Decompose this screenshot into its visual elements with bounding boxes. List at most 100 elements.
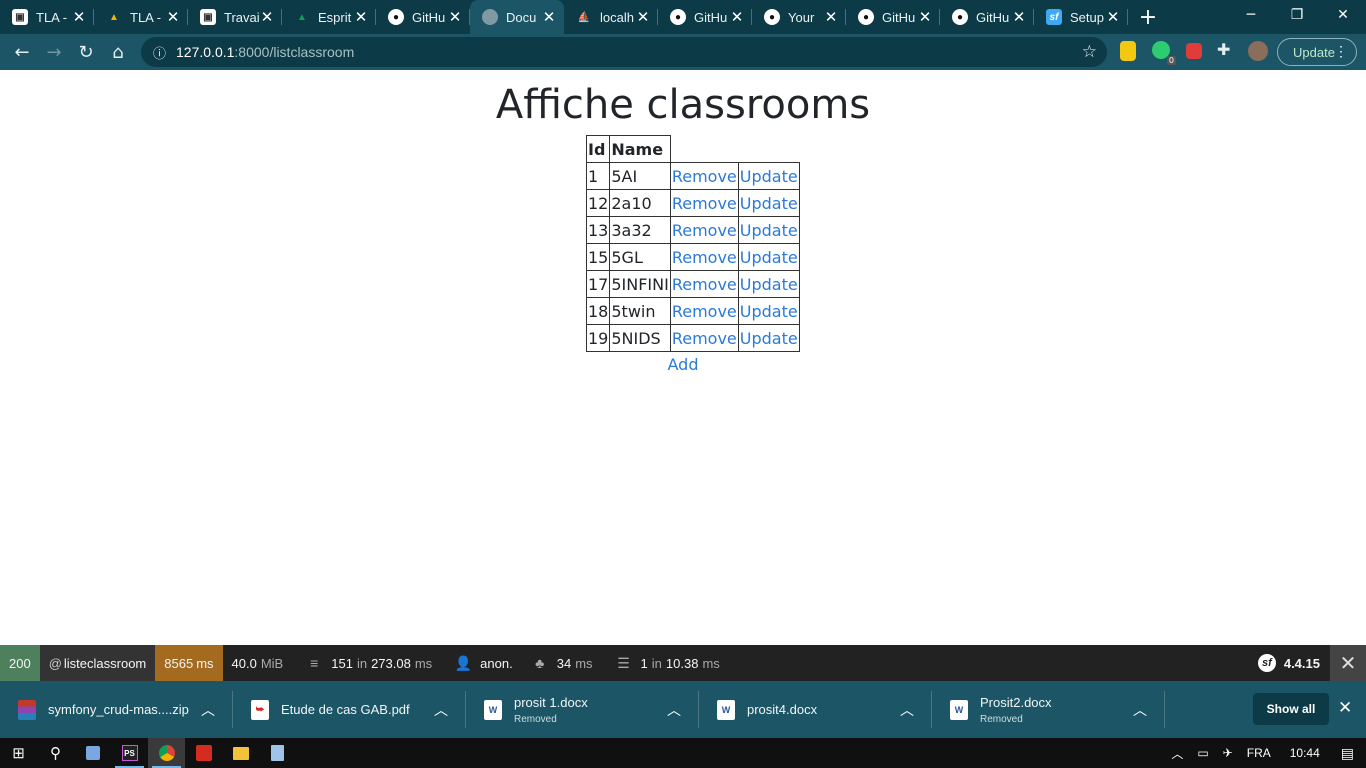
memory-panel[interactable]: 40.0 MiB — [223, 645, 297, 681]
avatar[interactable] — [1248, 41, 1268, 61]
close-window-icon[interactable]: ✕ — [1320, 0, 1366, 30]
forward-icon[interactable]: → — [38, 36, 70, 68]
user-panel[interactable]: 👤 anon. — [445, 645, 522, 681]
update-link[interactable]: Update — [740, 194, 798, 213]
zip-icon — [18, 699, 36, 720]
battery-icon[interactable]: ▭ — [1197, 746, 1208, 760]
menu-dots-icon[interactable]: ⋮ — [1334, 43, 1348, 60]
bookmark-star-icon[interactable]: ☆ — [1082, 42, 1097, 62]
tab-2[interactable]: ▣ Travai ✕ — [188, 0, 282, 34]
close-icon[interactable]: ✕ — [1106, 8, 1120, 26]
file-explorer-icon[interactable] — [222, 738, 259, 768]
chevron-up-icon[interactable]: ︿ — [900, 700, 914, 720]
minimize-icon[interactable]: ─ — [1228, 0, 1274, 30]
update-link[interactable]: Update — [740, 167, 798, 186]
airplane-icon[interactable]: ✈ — [1223, 746, 1233, 760]
google-drive-icon: ▲ — [297, 11, 307, 23]
close-icon[interactable]: ✕ — [542, 8, 556, 26]
cube-app-icon[interactable] — [74, 738, 111, 768]
clock[interactable]: 10:44 — [1290, 746, 1320, 760]
close-icon[interactable]: ✕ — [1012, 8, 1026, 26]
tab-9[interactable]: ● GitHu ✕ — [846, 0, 940, 34]
remove-link[interactable]: Remove — [672, 329, 737, 348]
update-link[interactable]: Update — [740, 221, 798, 240]
close-icon[interactable]: ✕ — [824, 8, 838, 26]
chevron-up-icon[interactable]: ︿ — [1133, 700, 1147, 720]
show-all-button[interactable]: Show all — [1253, 693, 1329, 725]
tab-title: Your — [788, 9, 815, 25]
remove-link[interactable]: Remove — [672, 167, 737, 186]
tab-6[interactable]: ⛵ localh ✕ — [564, 0, 658, 34]
close-icon[interactable]: ✕ — [918, 8, 932, 26]
close-icon[interactable]: ✕ — [72, 8, 86, 26]
symfony-logo-icon: sf — [1257, 654, 1276, 672]
update-link[interactable]: Update — [740, 275, 798, 294]
back-icon[interactable]: ← — [6, 36, 38, 68]
time-panel[interactable]: 8565 ms — [155, 645, 223, 681]
windows-start-icon[interactable]: ⊞ — [0, 738, 37, 768]
remove-link[interactable]: Remove — [672, 275, 737, 294]
close-shelf-icon[interactable]: ✕ — [1338, 698, 1352, 718]
tab-3[interactable]: ▲ Esprit ✕ — [282, 0, 376, 34]
close-icon[interactable]: ✕ — [260, 8, 274, 26]
chrome-icon[interactable] — [148, 738, 185, 768]
tab-title: Esprit — [318, 9, 352, 25]
tab-7[interactable]: ● GitHu ✕ — [658, 0, 752, 34]
remove-link[interactable]: Remove — [672, 302, 737, 321]
extension-icon[interactable] — [1120, 41, 1136, 61]
chevron-up-icon[interactable]: ︿ — [667, 700, 681, 720]
chevron-up-icon[interactable]: ︿ — [1171, 745, 1183, 762]
download-item[interactable]: W Prosit2.docx Removed ︿ — [932, 681, 1165, 738]
close-icon[interactable]: ✕ — [636, 8, 650, 26]
route-panel[interactable]: @ listeclassroom — [39, 645, 156, 681]
add-link[interactable]: Add — [668, 355, 699, 374]
update-link[interactable]: Update — [740, 329, 798, 348]
symfony-debug-toolbar: 200 @ listeclassroom 8565 ms 40.0 MiB ≡ … — [0, 645, 1366, 681]
download-item[interactable]: symfony_crud-mas....zip ︿ — [0, 681, 233, 738]
chevron-up-icon[interactable]: ︿ — [201, 700, 215, 720]
remove-link[interactable]: Remove — [672, 194, 737, 213]
address-bar[interactable]: ⓘ 127.0.0.1:8000/listclassroom ☆ — [141, 37, 1107, 67]
download-item[interactable]: W prosit4.docx ︿ — [699, 681, 932, 738]
new-tab-button[interactable]: + — [1128, 0, 1168, 34]
close-toolbar-icon[interactable]: ✕ — [1330, 645, 1366, 681]
update-link[interactable]: Update — [740, 302, 798, 321]
tab-5[interactable]: Docu ✕ — [470, 0, 564, 34]
home-icon[interactable]: ⌂ — [102, 36, 134, 68]
notepad-icon[interactable] — [259, 738, 296, 768]
tab-1[interactable]: ▲ TLA - ✕ — [94, 0, 188, 34]
language-indicator[interactable]: FRA — [1247, 746, 1271, 760]
update-link[interactable]: Update — [740, 248, 798, 267]
restore-icon[interactable]: ❐ — [1274, 0, 1320, 30]
tab-4[interactable]: ● GitHu ✕ — [376, 0, 470, 34]
tab-0[interactable]: ▣ TLA - ✕ — [0, 0, 94, 34]
pocket-icon[interactable] — [1186, 43, 1202, 59]
download-item[interactable]: W prosit 1.docx Removed ︿ — [466, 681, 699, 738]
twig-panel[interactable]: ♣ 34 ms — [522, 645, 606, 681]
db-panel[interactable]: ☰ 1 in 10.38 ms — [606, 645, 733, 681]
tab-10[interactable]: ● GitHu ✕ — [940, 0, 1034, 34]
close-icon[interactable]: ✕ — [354, 8, 368, 26]
notification-icon[interactable]: ▤ — [1341, 745, 1354, 762]
acrobat-icon[interactable] — [185, 738, 222, 768]
download-item[interactable]: ⮩ Etude de cas GAB.pdf ︿ — [233, 681, 466, 738]
reload-icon[interactable]: ↻ — [70, 36, 102, 68]
close-icon[interactable]: ✕ — [730, 8, 744, 26]
status-code-badge[interactable]: 200 — [0, 645, 40, 681]
tab-11[interactable]: sf Setup ✕ — [1034, 0, 1128, 34]
search-icon[interactable]: ⚲ — [37, 738, 74, 768]
remove-link[interactable]: Remove — [672, 248, 737, 267]
close-icon[interactable]: ✕ — [448, 8, 462, 26]
info-icon[interactable]: ⓘ — [153, 43, 166, 62]
phpstorm-icon[interactable]: PS — [111, 738, 148, 768]
puzzle-icon[interactable]: ✚ — [1217, 40, 1237, 60]
events-panel[interactable]: ≡ 151 in 273.08 ms — [296, 645, 445, 681]
symfony-version-panel[interactable]: sf 4.4.15 — [1257, 645, 1320, 681]
chevron-up-icon[interactable]: ︿ — [434, 700, 448, 720]
shield-extension-icon[interactable]: 0 — [1152, 41, 1176, 65]
tab-8[interactable]: ● Your ✕ — [752, 0, 846, 34]
table-header-row: Id Name — [585, 135, 800, 163]
close-icon[interactable]: ✕ — [166, 8, 180, 26]
remove-link[interactable]: Remove — [672, 221, 737, 240]
update-button[interactable]: Update ⋮ — [1277, 38, 1357, 66]
